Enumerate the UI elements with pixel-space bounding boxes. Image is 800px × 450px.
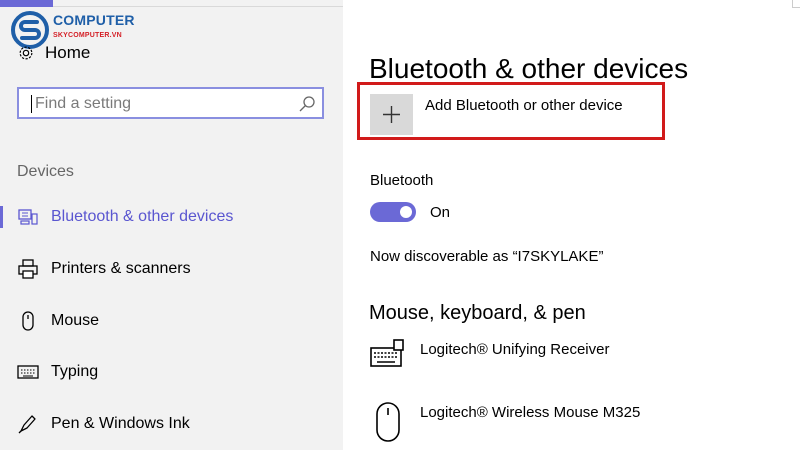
discoverable-status: Now discoverable as “I7SKYLAKE” xyxy=(370,248,604,265)
logo-subtext: SKYCOMPUTER.VN xyxy=(53,32,122,39)
mouse-icon xyxy=(22,311,34,331)
device-name: Logitech® Wireless Mouse M325 xyxy=(420,404,641,421)
device-item-unifying-receiver[interactable]: Logitech® Unifying Receiver xyxy=(369,338,789,378)
window-accent-bar xyxy=(0,0,53,7)
home-link[interactable]: Home xyxy=(17,40,90,66)
active-indicator xyxy=(0,206,3,228)
main-content: Bluetooth & other devices Add Bluetooth … xyxy=(343,0,800,450)
search-box[interactable] xyxy=(17,87,324,119)
keyboard-icon xyxy=(370,339,404,367)
section-heading-input-devices: Mouse, keyboard, & pen xyxy=(369,302,586,324)
toggle-knob xyxy=(400,206,412,218)
sidebar-item-label: Mouse xyxy=(51,312,100,329)
mouse-icon xyxy=(376,402,400,442)
sidebar-item-label: Bluetooth & other devices xyxy=(51,208,234,225)
bluetooth-devices-icon xyxy=(18,209,38,225)
bluetooth-toggle[interactable] xyxy=(370,202,416,222)
sidebar-item-mouse[interactable]: Mouse xyxy=(0,307,343,335)
sidebar-item-pen[interactable]: Pen & Windows Ink xyxy=(0,410,343,438)
page-title: Bluetooth & other devices xyxy=(369,52,689,84)
bluetooth-heading: Bluetooth xyxy=(370,172,434,189)
search-icon[interactable] xyxy=(298,95,316,113)
device-name: Logitech® Unifying Receiver xyxy=(420,341,610,358)
text-cursor xyxy=(31,95,32,113)
divider xyxy=(53,6,343,7)
sidebar-item-label: Printers & scanners xyxy=(51,260,191,277)
device-item-wireless-mouse[interactable]: Logitech® Wireless Mouse M325 xyxy=(369,400,789,442)
plus-icon xyxy=(383,106,400,123)
search-input[interactable] xyxy=(33,91,297,117)
sidebar-item-label: Typing xyxy=(51,363,99,380)
toggle-state-label: On xyxy=(430,204,451,221)
keyboard-icon xyxy=(17,365,39,379)
sidebar-item-label: Pen & Windows Ink xyxy=(51,415,190,432)
home-label: Home xyxy=(45,43,91,62)
section-label-devices: Devices xyxy=(17,163,74,180)
gear-icon xyxy=(19,46,33,60)
pen-icon xyxy=(18,415,36,434)
printer-icon xyxy=(18,259,38,279)
sidebar-item-typing[interactable]: Typing xyxy=(0,358,343,386)
add-device-button[interactable] xyxy=(370,94,413,135)
add-device-label[interactable]: Add Bluetooth or other device xyxy=(425,97,623,114)
sidebar-item-printers[interactable]: Printers & scanners xyxy=(0,255,343,283)
sidebar-item-bluetooth[interactable]: Bluetooth & other devices xyxy=(0,203,343,231)
sidebar: COMPUTER SKYCOMPUTER.VN Home Devices Blu… xyxy=(0,0,343,450)
logo-text: COMPUTER xyxy=(53,12,135,28)
window-edge xyxy=(792,0,800,8)
